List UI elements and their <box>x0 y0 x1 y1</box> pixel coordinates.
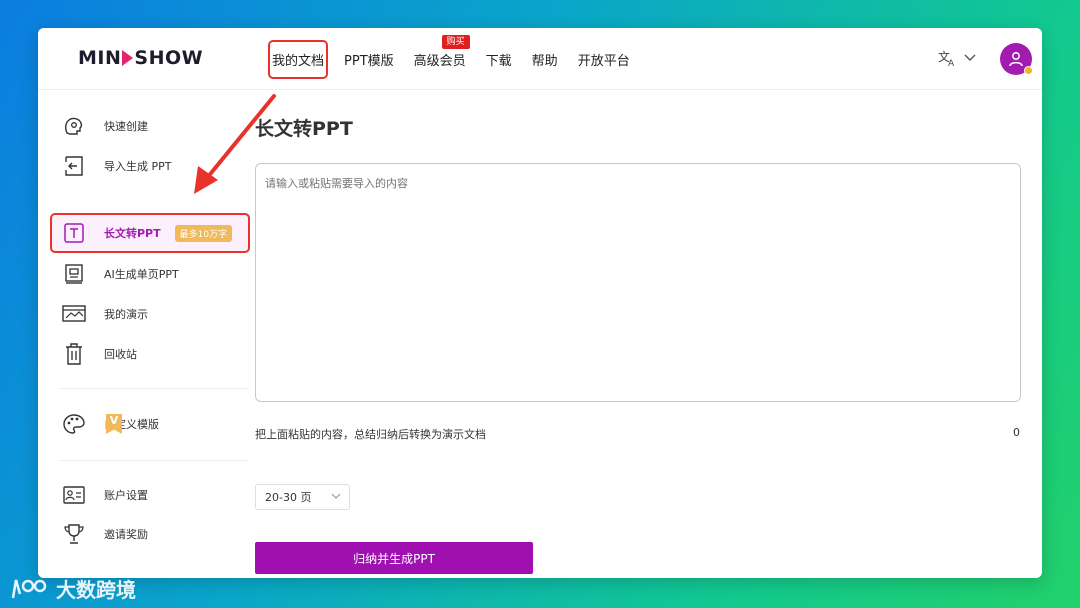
nav-my-documents[interactable]: 我的文档 <box>267 39 329 79</box>
text-t-icon <box>60 221 88 245</box>
mindshow-logo[interactable]: MIN SHOW <box>78 47 203 69</box>
presentation-icon <box>60 302 88 326</box>
main-nav: 我的文档 PPT模版 高级会员 购买 下载 帮助 开放平台 <box>267 28 648 90</box>
sidebar-item-label: 快速创建 <box>104 120 148 133</box>
sidebar-item-ai-single-page[interactable]: AI生成单页PPT <box>60 256 250 292</box>
buy-badge: 购买 <box>441 34 470 49</box>
sidebar-item-long-text[interactable]: 长文转PPT 最多10万字 <box>50 213 250 253</box>
slide-icon <box>60 262 88 286</box>
long-text-input[interactable] <box>255 163 1021 402</box>
sidebar-item-quick-create[interactable]: 快速创建 <box>60 108 250 144</box>
character-count: 0 <box>1013 426 1020 439</box>
main-content: 长文转PPT 把上面粘贴的内容，总结归纳后转换为演示文档 0 20-30 页 归… <box>255 90 1042 578</box>
sidebar-item-invite-rewards[interactable]: 邀请奖励 <box>60 516 250 552</box>
chevron-down-icon <box>964 54 976 61</box>
trash-icon <box>60 342 88 366</box>
sidebar-item-my-presentations[interactable]: 我的演示 <box>60 296 250 332</box>
nav-download[interactable]: 下载 <box>484 44 514 75</box>
sidebar-item-label: 长文转PPT <box>104 227 161 240</box>
word-limit-badge: 最多10万字 <box>174 224 233 242</box>
sidebar-item-import[interactable]: 导入生成 PPT <box>60 148 250 184</box>
nav-open-platform[interactable]: 开放平台 <box>576 44 632 75</box>
user-avatar[interactable] <box>1000 43 1033 75</box>
sidebar-item-recycle-bin[interactable]: 回收站 <box>60 336 250 372</box>
sidebar-item-label: AI生成单页PPT <box>104 268 179 281</box>
lightbulb-head-icon <box>60 114 88 138</box>
sidebar-item-label: 邀请奖励 <box>104 528 148 541</box>
generate-ppt-button[interactable]: 归纳并生成PPT <box>255 542 533 574</box>
import-icon <box>60 154 88 178</box>
sidebar-item-label: 导入生成 PPT <box>104 160 172 173</box>
logo-text-b: SHOW <box>134 47 204 69</box>
conversion-hint: 把上面粘贴的内容，总结归纳后转换为演示文档 <box>255 428 486 441</box>
translate-icon: 文 A <box>938 49 955 67</box>
trophy-icon <box>60 522 88 546</box>
sidebar-item-label: 我的演示 <box>104 308 148 321</box>
nav-premium[interactable]: 高级会员 购买 <box>412 34 470 75</box>
chevron-down-icon <box>331 493 341 499</box>
nav-help[interactable]: 帮助 <box>530 44 560 75</box>
sidebar: 快速创建 导入生成 PPT 长文转PPT 最多10万字 AI生成单页PPT 我的… <box>38 90 250 578</box>
id-card-icon <box>60 483 88 507</box>
sidebar-divider <box>60 460 248 461</box>
user-icon <box>1009 52 1023 67</box>
sidebar-item-label: 回收站 <box>104 348 137 361</box>
nav-premium-label: 高级会员 <box>413 53 466 69</box>
logo-text-a: MIN <box>78 47 122 69</box>
vip-dot <box>1024 66 1033 75</box>
watermark-logo-icon <box>11 579 47 598</box>
app-window: MIN SHOW 我的文档 PPT模版 高级会员 购买 下载 帮助 开放平台 文 … <box>38 28 1042 578</box>
sidebar-item-label: 账户设置 <box>104 489 148 502</box>
sidebar-divider <box>60 388 248 389</box>
logo-triangle-icon <box>122 50 134 66</box>
page-count-value: 20-30 页 <box>265 491 312 504</box>
page-count-select[interactable]: 20-30 页 <box>255 484 350 510</box>
top-bar: MIN SHOW 我的文档 PPT模版 高级会员 购买 下载 帮助 开放平台 文 … <box>38 28 1042 90</box>
page-title: 长文转PPT <box>255 118 353 140</box>
language-switcher[interactable]: 文 A <box>938 49 976 67</box>
palette-icon <box>60 412 88 436</box>
svg-text:A: A <box>948 59 955 67</box>
watermark: 大数跨境 <box>10 574 136 603</box>
watermark-text: 大数跨境 <box>56 578 136 602</box>
sidebar-item-account-settings[interactable]: 账户设置 <box>60 477 250 513</box>
sidebar-item-custom-template[interactable]: V 自定义模版 <box>60 406 250 442</box>
nav-ppt-templates[interactable]: PPT模版 <box>342 44 396 75</box>
